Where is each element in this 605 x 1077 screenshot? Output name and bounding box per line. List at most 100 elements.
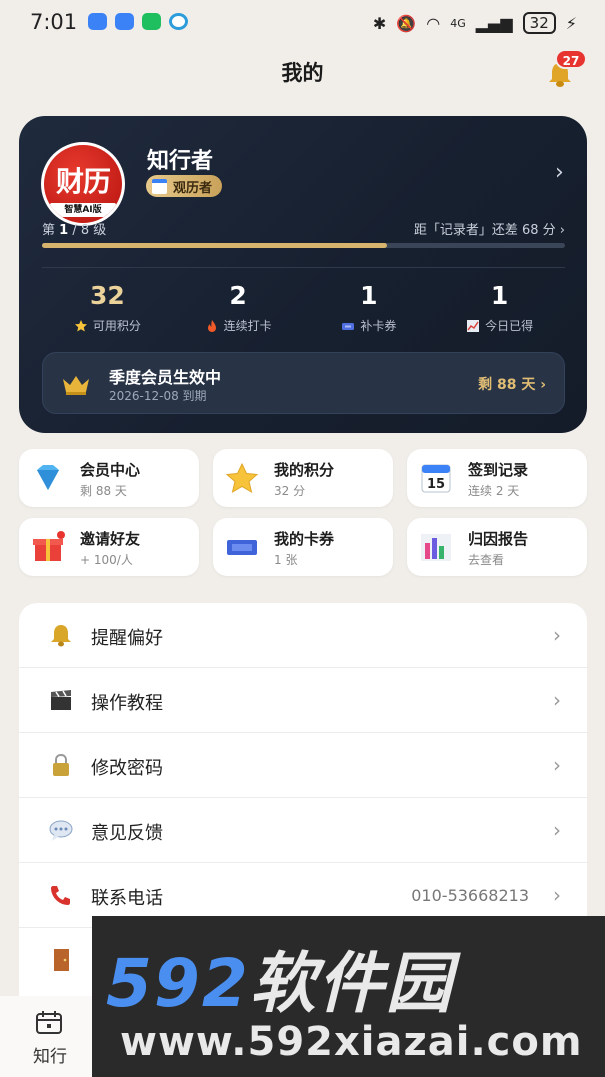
tile-title: 我的卡券 <box>274 530 335 548</box>
tile-title: 邀请好友 <box>80 530 141 548</box>
network-type: 4G <box>450 16 466 30</box>
level-prefix: 第 <box>42 223 56 238</box>
tile-subtitle: + 100/人 <box>80 553 133 567</box>
tile-attribution-report[interactable]: 归因报告 去查看 <box>407 518 587 576</box>
stat-label: 连续打卡 <box>223 319 272 333</box>
phone-icon <box>51 886 70 905</box>
stat-label: 补卡券 <box>360 319 397 333</box>
ticket-icon <box>342 322 355 330</box>
tile-member-center[interactable]: 会员中心 剩 88 天 <box>19 449 199 507</box>
tile-my-coupons[interactable]: 我的卡券 1 张 <box>213 518 393 576</box>
row-label: 操作教程 <box>91 693 163 714</box>
sync-icon <box>169 13 188 30</box>
chevron-right-icon[interactable]: › <box>555 160 564 185</box>
tile-subtitle: 1 张 <box>274 553 298 567</box>
battery-level: 32 <box>522 12 556 34</box>
settings-row-change-password[interactable]: 修改密码 › <box>19 733 587 798</box>
profile-card[interactable]: 财历 智慧AI版 知行者 观历者 › 第 1 / 8 级 距「记录者」还差 68… <box>19 116 587 433</box>
admit-ticket-icon <box>227 540 257 555</box>
bluetooth-icon: ✱ <box>372 13 387 33</box>
stat-value: 32 <box>89 281 125 310</box>
stat-streak[interactable]: 2 连续打卡 <box>173 281 304 334</box>
level-indicator: 第 1 / 8 级 <box>42 219 106 238</box>
stat-points[interactable]: 32 可用积分 <box>42 281 173 334</box>
chevron-right-icon: › <box>553 753 561 777</box>
usb-icon <box>88 13 107 30</box>
flame-icon <box>207 319 216 332</box>
membership-expiry: 2026-12-08 到期 <box>109 389 207 403</box>
settings-row-reminder[interactable]: 提醒偏好 › <box>19 603 587 668</box>
watermark-logo: 592软件园 <box>106 930 454 1026</box>
membership-remaining[interactable]: 剩 88 天 › <box>478 374 546 394</box>
status-time: 7:01 <box>30 10 78 34</box>
watermark-text: 软件园 <box>249 945 454 1022</box>
avatar[interactable]: 财历 智慧AI版 <box>41 142 125 226</box>
stats-row: 32 可用积分 2 连续打卡 1 补卡券 1 今日已得 <box>42 281 565 334</box>
avatar-logo-subtext: 智慧AI版 <box>50 203 116 217</box>
calendar-nav-icon[interactable] <box>35 1010 63 1034</box>
stat-label-wrap: 今日已得 <box>434 317 565 334</box>
watermark-url: www.592xiazai.com <box>120 1019 583 1065</box>
status-right: ✱ 🔕 ◠ 4G ▂▄▆ 32 ⚡ <box>373 12 577 34</box>
tile-checkin-record[interactable]: 15 签到记录 连续 2 天 <box>407 449 587 507</box>
door-icon <box>54 949 69 971</box>
status-bar: 7:01 ✱ 🔕 ◠ 4G ▂▄▆ 32 ⚡ <box>0 0 605 46</box>
tile-subtitle: 剩 88 天 <box>80 484 127 498</box>
stat-value: 1 <box>490 281 509 310</box>
diamond-icon <box>37 465 59 490</box>
membership-bar[interactable]: 季度会员生效中 2026-12-08 到期 剩 88 天 › <box>42 352 565 414</box>
row-label: 意见反馈 <box>91 823 163 844</box>
chevron-right-icon: › <box>553 623 561 647</box>
message-icon <box>115 13 134 30</box>
level-total: / 8 级 <box>68 223 107 238</box>
tile-title: 我的积分 <box>274 461 335 479</box>
watermark-banner: 592软件园 www.592xiazai.com <box>92 916 605 1077</box>
status-app-icons <box>88 13 188 30</box>
tile-my-points[interactable]: 我的积分 32 分 <box>213 449 393 507</box>
chart-line-icon <box>467 319 480 332</box>
stat-value: 1 <box>360 281 378 310</box>
tile-subtitle: 连续 2 天 <box>468 484 520 498</box>
bottom-nav: 知行 <box>0 996 92 1077</box>
svg-text:15: 15 <box>427 477 445 492</box>
chevron-right-icon: › <box>553 883 561 907</box>
crown-icon <box>63 376 89 395</box>
star-icon <box>74 319 87 331</box>
tile-title: 归因报告 <box>468 530 529 548</box>
level-current: 1 <box>59 223 69 238</box>
level-progress-fill <box>42 243 388 248</box>
tile-invite-friends[interactable]: 邀请好友 + 100/人 <box>19 518 199 576</box>
gift-icon <box>33 531 65 561</box>
stat-label-wrap: 补卡券 <box>304 317 435 334</box>
stat-label-wrap: 连续打卡 <box>173 317 304 334</box>
row-label: 修改密码 <box>91 758 163 779</box>
nav-tab-label[interactable]: 知行 <box>0 1042 100 1067</box>
level-progress-bar <box>42 243 565 248</box>
level-badge: 观历者 <box>146 175 223 197</box>
phone-number: 010-53668213 <box>411 886 529 905</box>
tile-subtitle: 32 分 <box>274 484 306 498</box>
settings-row-tutorial[interactable]: 操作教程 › <box>19 668 587 733</box>
tile-title: 会员中心 <box>80 461 141 479</box>
stat-label-wrap: 可用积分 <box>42 317 173 334</box>
settings-row-feedback[interactable]: 意见反馈 › <box>19 798 587 863</box>
speech-bubble-icon <box>49 820 73 841</box>
stat-makeup-ticket[interactable]: 1 补卡券 <box>304 281 435 334</box>
chevron-right-icon: › <box>553 818 561 842</box>
tile-title: 签到记录 <box>468 461 529 479</box>
username: 知行者 <box>147 149 214 174</box>
calendar-icon: 15 <box>421 464 451 493</box>
stat-label: 可用积分 <box>92 319 141 333</box>
level-badge-label: 观历者 <box>173 180 213 196</box>
charging-icon: ⚡ <box>565 13 577 33</box>
star-icon <box>225 462 259 494</box>
watermark-number: 592 <box>106 945 250 1022</box>
mute-icon: 🔕 <box>396 13 417 33</box>
divider <box>42 267 565 268</box>
quick-access-grid: 会员中心 剩 88 天 我的积分 32 分 15 签到记录 连续 2 天 邀请好… <box>19 449 587 576</box>
stat-today[interactable]: 1 今日已得 <box>434 281 565 334</box>
stat-label: 今日已得 <box>485 319 534 333</box>
level-next-link[interactable]: 距「记录者」还差 68 分 › <box>414 219 565 238</box>
chevron-right-icon: › <box>553 688 561 712</box>
calendar-icon <box>152 178 167 194</box>
